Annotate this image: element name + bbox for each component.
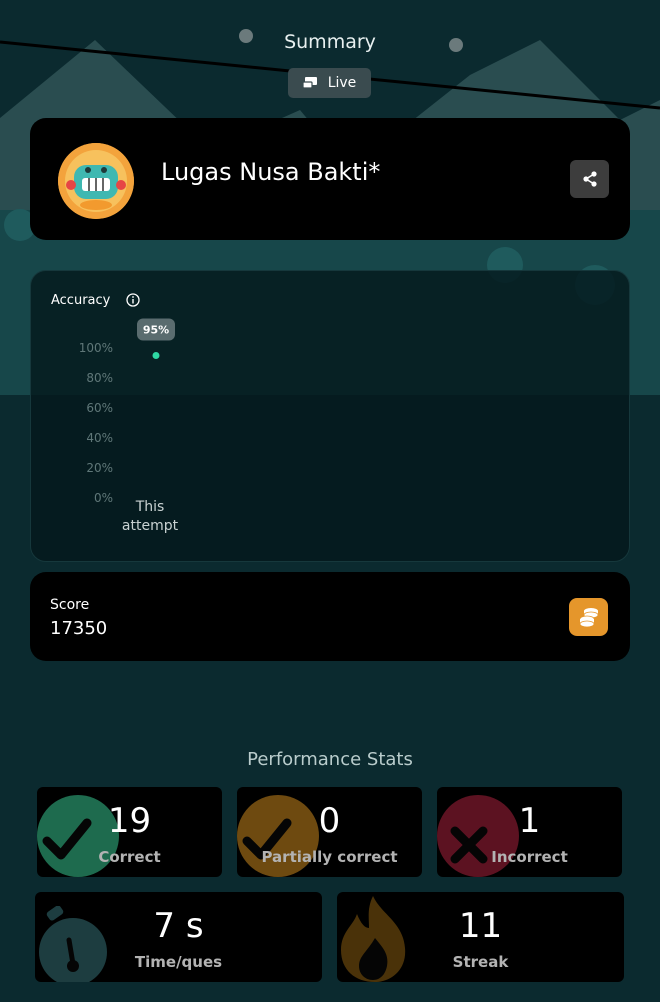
y-tick-label: 60%: [86, 401, 113, 415]
stat-correct: 19 Correct: [37, 787, 222, 877]
stat-label: Streak: [452, 953, 509, 971]
stat-value: 0: [318, 801, 341, 841]
stat-value: 19: [107, 801, 152, 841]
stat-value: 1: [518, 801, 541, 841]
stat-partially-correct: 0 Partially correct: [237, 787, 422, 877]
data-label-badge: 95%: [137, 318, 175, 341]
y-tick-label: 20%: [86, 461, 113, 475]
coins-icon: [569, 598, 608, 636]
y-tick-label: 40%: [86, 431, 113, 445]
stat-value: 7 s: [153, 906, 204, 946]
share-icon: [582, 171, 597, 187]
data-label: 95%: [143, 324, 169, 337]
x-category-label: This: [135, 499, 165, 515]
monster-avatar-icon: [58, 143, 134, 219]
data-point[interactable]: [152, 352, 160, 359]
score-value: 17350: [50, 618, 108, 639]
performance-stats-title: Performance Stats: [247, 749, 413, 770]
stat-streak: 11 Streak: [337, 892, 624, 982]
player-card: Lugas Nusa Bakti*: [30, 118, 630, 240]
stat-value: 11: [458, 906, 503, 946]
score-label: Score: [50, 597, 90, 613]
live-monitor-icon: [302, 77, 317, 89]
stat-label: Correct: [98, 848, 161, 866]
stat-label: Time/ques: [134, 953, 223, 971]
y-tick-label: 0%: [94, 491, 113, 505]
stat-incorrect: 1 Incorrect: [437, 787, 622, 877]
y-tick-label: 80%: [86, 371, 113, 385]
live-label: Live: [327, 75, 357, 91]
accuracy-card: Accuracy 100% 80% 60% 40% 20% 0% 95% This attemp…: [30, 270, 630, 562]
player-name: Lugas Nusa Bakti*: [161, 158, 381, 186]
stat-time-per-question: 7 s Time/ques: [35, 892, 322, 982]
accuracy-chart: 100% 80% 60% 40% 20% 0% 95% This attempt: [79, 318, 179, 534]
page-title: Summary: [284, 31, 376, 53]
share-button[interactable]: [570, 160, 609, 198]
y-tick-label: 100%: [79, 341, 113, 355]
stat-label: Partially correct: [261, 848, 398, 866]
live-badge[interactable]: Live: [288, 68, 371, 98]
stat-label: Incorrect: [491, 848, 568, 866]
score-card: Score 17350: [30, 572, 630, 661]
x-category-label: attempt: [122, 518, 179, 534]
